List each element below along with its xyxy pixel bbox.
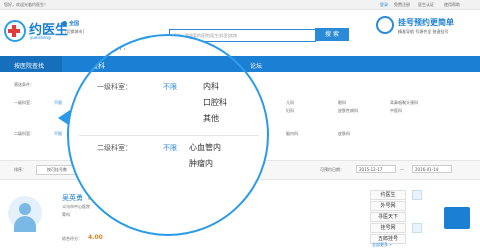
level2-any[interactable]: 不限 [54,131,62,137]
level2-derm[interactable]: 皮肤科 [338,131,350,137]
slot-status-icon [412,223,422,233]
brand-pinyin: yueisheng [30,35,51,40]
magnifier-nav-dept: 按科 [91,62,105,70]
level1-gynecology[interactable]: 妇科 [286,108,294,114]
slot-source-4[interactable]: 挂号网 [370,223,406,233]
magnifier-level1-dental: 口腔科 [203,98,227,107]
rating-label: 综合评分： [62,236,82,241]
city-label: 全国 [69,21,80,27]
login-link[interactable]: 登录 [380,2,388,8]
promo-subtitle: 精准导航 号源齐全 快速挂号 [398,29,449,34]
date-to-input[interactable]: 2016-01-14 [412,165,452,173]
slot-source-1[interactable]: 约医生 [370,190,406,200]
promo-title: 挂号预约更简单 [398,18,454,27]
slot-status-icon [412,190,422,200]
magnifier-lens: 按科 论坛 筛选条件： 一级科室： 不限 内科 口腔科 其他 二级科室： 不限 … [67,34,269,236]
level1-pediatrics[interactable]: 儿科 [286,100,294,106]
date-separator: — [400,167,404,172]
filter-label: 筛选条件： [14,82,34,87]
doctor-hospital: 义乌市中心医院 [62,204,90,209]
search-button[interactable]: 搜 索 [315,28,349,41]
magnifier-filter-label: 筛选条件： [95,43,130,51]
level1-label: 一级科室： [14,100,34,105]
sort-label: 排序： [14,167,26,172]
level2-label: 二级科室： [14,131,34,136]
level1-tcm[interactable]: 中医科 [390,108,402,114]
doctor-name[interactable]: 吴英勇 [62,193,83,203]
welcome-text: 您好，欢迎光临约医生！ [4,2,48,7]
magnifier-level1-other: 其他 [203,114,219,123]
slot-source-3[interactable]: 寻医天下 [370,212,406,222]
more-link[interactable]: 全部更多 » [372,242,392,248]
magnifier-divider [79,135,259,136]
switch-city-link[interactable]: [切换城市] [65,29,84,35]
magnifier-level2-cardio: 心血管内 [189,143,221,152]
magnifier-nav-forum: 论坛 [243,62,257,70]
doctor-dept: 骨科 [62,212,70,217]
magnifier-level1-internal: 内科 [203,82,219,91]
nav-item-hospital[interactable]: 按医院查找 [14,61,44,70]
magnifier-level2-label: 二级科室： [97,144,132,152]
date-label: 可预约日期： [320,167,344,172]
magnifier-level2-onco: 肿瘤内 [189,159,213,168]
book-button[interactable] [444,207,470,229]
slot-source-2[interactable]: 外号网 [370,201,406,211]
level2-neuro[interactable]: 脑内科 [286,131,298,137]
level1-ent[interactable]: 耳鼻咽喉头颈科 [390,100,418,106]
register-link[interactable]: 免费注册 [394,2,410,8]
avatar-body-shape [14,216,36,232]
magnifier-level1-any: 不限 [163,83,177,91]
level1-any[interactable]: 不限 [54,100,62,106]
rating-value: 4.00 [88,234,103,241]
level1-dermatology[interactable]: 皮肤性病科 [338,108,358,114]
magnifier-level2-any: 不限 [163,144,177,152]
help-link[interactable]: 使用帮助 [444,2,460,8]
phone-icon [376,16,394,34]
level1-ophthalmology[interactable]: 眼科 [338,100,346,106]
logo-icon[interactable] [4,20,26,42]
avatar-head-shape [19,203,31,215]
doctor-auth-link[interactable]: 医生认证 [418,2,434,8]
date-from-input[interactable]: 2015-12-17 [356,165,396,173]
magnifier-level1-label: 一级科室： [97,83,132,91]
